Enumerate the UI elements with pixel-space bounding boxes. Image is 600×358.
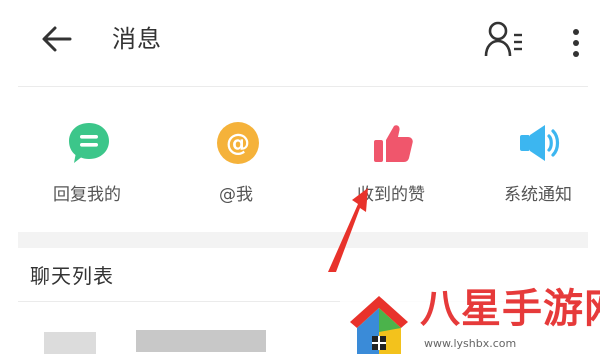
avatar — [44, 332, 96, 354]
category-reply-mine[interactable]: 回复我的 — [32, 118, 142, 218]
chat-list-item[interactable] — [18, 310, 358, 358]
watermark-name: 八星手游网 — [420, 286, 600, 332]
at-sign-icon: @ — [217, 122, 259, 164]
category-label: 回复我的 — [53, 185, 121, 205]
speaker-icon — [520, 125, 560, 161]
more-vertical-icon[interactable] — [566, 26, 586, 60]
category-system-notice[interactable]: 系统通知 — [483, 118, 593, 218]
header-divider — [18, 86, 588, 87]
category-label: 系统通知 — [504, 185, 572, 205]
watermark-url: www.lyshbx.com — [424, 337, 517, 350]
chat-bubble-icon — [69, 123, 109, 163]
thumbs-up-icon — [374, 125, 413, 162]
section-separator — [18, 232, 588, 248]
back-arrow-icon[interactable] — [40, 24, 74, 54]
category-label: @我 — [219, 185, 253, 205]
contacts-list-icon[interactable] — [484, 20, 526, 58]
chat-name-blurred — [136, 330, 266, 352]
category-at-me[interactable]: @ @我 — [181, 118, 291, 218]
chat-list-header: 聊天列表 — [30, 264, 114, 288]
annotation-arrow-icon — [328, 188, 368, 272]
watermark: 八星手游网 www.lyshbx.com — [340, 282, 600, 358]
svg-text:@: @ — [226, 129, 250, 157]
site-logo-icon — [350, 296, 408, 354]
page-title: 消息 — [112, 25, 162, 53]
